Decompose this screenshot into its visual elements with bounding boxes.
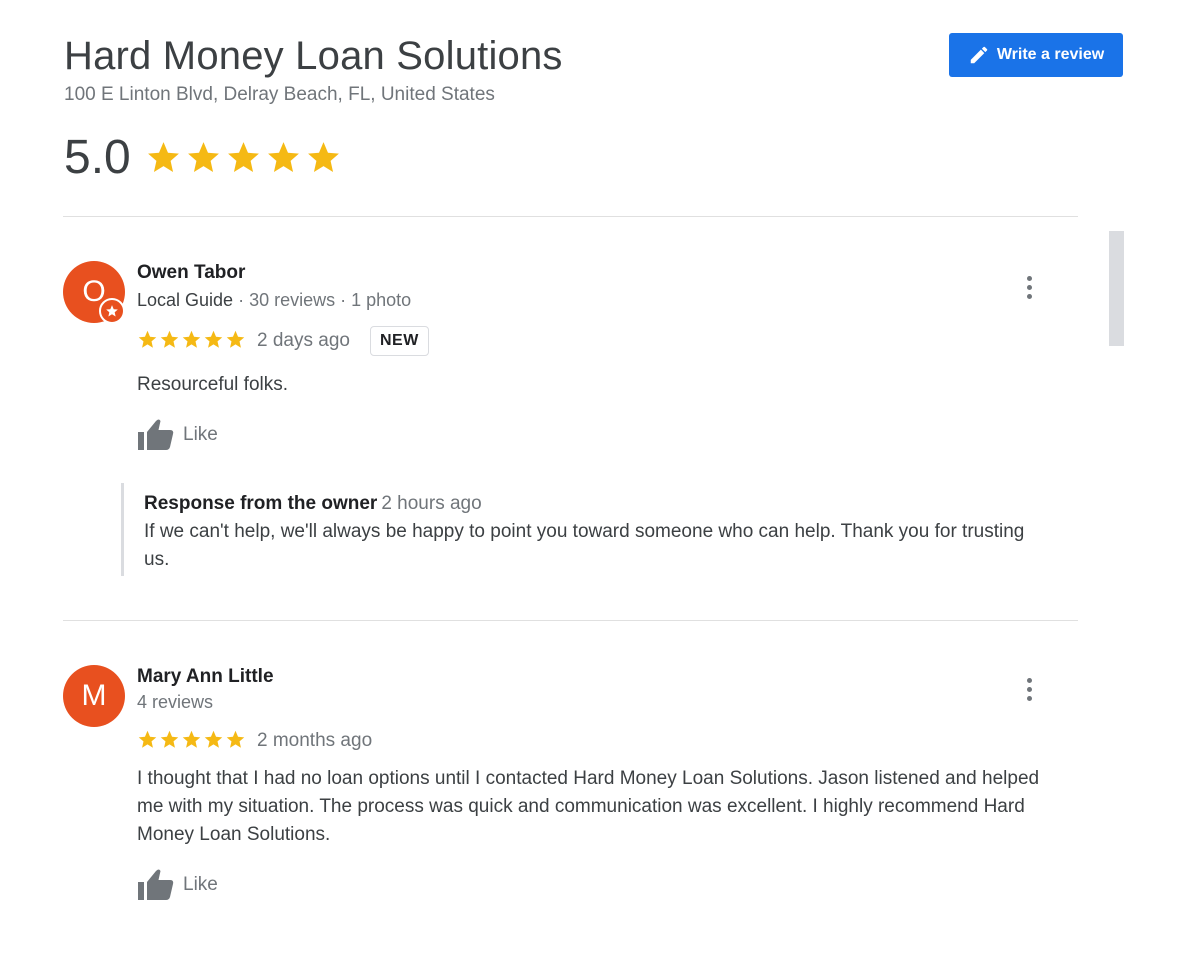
star-icon — [160, 330, 179, 348]
new-badge: NEW — [370, 326, 429, 356]
star-icon — [138, 330, 157, 348]
thumbs-up-icon — [138, 869, 174, 900]
divider — [63, 216, 1078, 217]
avatar-initial: M — [81, 679, 107, 712]
reviews-count: 4 reviews — [137, 692, 214, 712]
owner-response-label: Response from the owner — [144, 493, 378, 514]
pencil-icon — [970, 46, 988, 64]
like-button[interactable]: Like — [137, 868, 218, 902]
business-name: Hard Money Loan Solutions — [64, 34, 563, 78]
star-icon — [182, 330, 201, 348]
review-text: Resourceful folks. — [137, 374, 289, 395]
avatar[interactable]: M — [63, 665, 125, 727]
star-icon — [267, 142, 299, 172]
overall-rating: 5.0 — [64, 130, 342, 185]
review-date: 2 months ago — [257, 730, 373, 751]
more-options-button[interactable] — [1019, 272, 1039, 302]
write-review-button[interactable]: Write a review — [949, 33, 1123, 77]
dot — [1026, 677, 1032, 683]
like-label: Like — [183, 424, 218, 445]
like-button[interactable]: Like — [137, 418, 218, 452]
review-stars — [137, 729, 246, 750]
star-icon — [226, 330, 245, 348]
like-label: Like — [183, 874, 218, 895]
star-icon — [187, 142, 219, 172]
dot — [1026, 284, 1032, 290]
write-review-label: Write a review — [996, 46, 1105, 63]
star-icon — [307, 142, 339, 172]
scrollbar-thumb[interactable] — [1109, 231, 1124, 346]
dot — [1026, 293, 1032, 299]
divider — [63, 620, 1078, 621]
star-icon — [160, 730, 179, 748]
rating-score: 5.0 — [64, 131, 131, 184]
owner-response-time: 2 hours ago — [381, 493, 482, 514]
reviews-count: 30 reviews — [249, 290, 336, 310]
business-address: 100 E Linton Blvd, Delray Beach, FL, Uni… — [64, 84, 495, 105]
dot — [1026, 275, 1032, 281]
review-text: I thought that I had no loan options unt… — [137, 768, 1040, 845]
star-icon — [147, 142, 179, 172]
star-icon — [204, 730, 223, 748]
dot — [1026, 686, 1032, 692]
star-icon — [138, 730, 157, 748]
photos-count: 1 photo — [351, 290, 412, 310]
more-options-button[interactable] — [1019, 674, 1039, 704]
rating-stars — [145, 139, 342, 176]
reviewer-name[interactable]: Owen Tabor — [137, 262, 245, 284]
avatar[interactable]: O — [63, 261, 125, 324]
owner-response: Response from the owner 2 hours ago If we… — [121, 483, 1041, 576]
star-icon — [226, 730, 245, 748]
owner-response-text: If we can't help, we'll always be happy … — [144, 521, 1025, 570]
owner-response-header: Response from the owner 2 hours ago — [144, 493, 1041, 515]
review-stars — [137, 329, 246, 350]
reviewer-name[interactable]: Mary Ann Little — [137, 666, 274, 688]
local-guide-label: Local Guide — [137, 290, 234, 310]
reviewer-meta: 4 reviews — [137, 692, 213, 713]
star-icon — [204, 330, 223, 348]
review-date: 2 days ago — [257, 330, 350, 351]
reviews-page: Hard Money Loan Solutions 100 E Linton B… — [0, 0, 1193, 963]
star-badge-icon — [106, 305, 118, 317]
dot — [1026, 695, 1032, 701]
local-guide-badge — [99, 298, 125, 324]
star-icon — [182, 730, 201, 748]
star-icon — [227, 142, 259, 172]
reviewer-meta: Local Guide · 30 reviews · 1 photo — [137, 290, 412, 310]
thumbs-up-icon — [138, 419, 174, 450]
